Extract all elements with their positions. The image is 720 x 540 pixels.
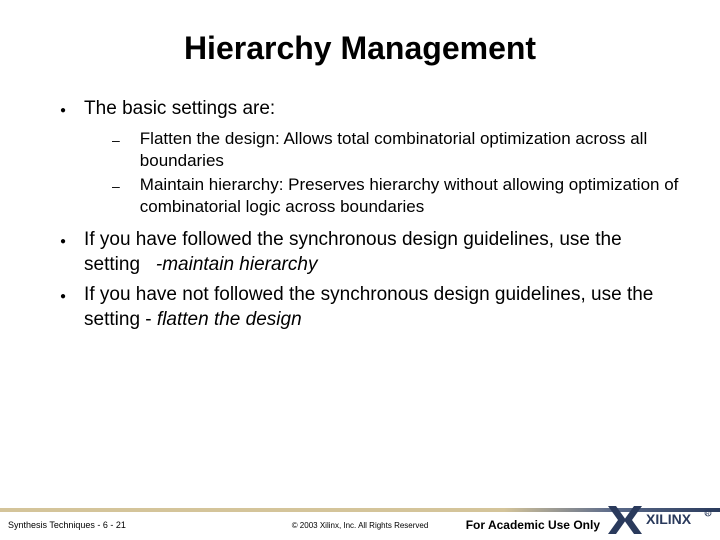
bullet-text: If you have followed the synchronous des… [84, 228, 680, 277]
sub-text: Flatten the design: Allows total combina… [140, 128, 680, 172]
bullet-icon: ● [60, 236, 66, 247]
logo-icon: XILINX R [606, 502, 716, 538]
xilinx-logo: XILINX R [606, 502, 716, 538]
text-italic: -maintain hierarchy [156, 254, 318, 275]
sub-item: – Maintain hierarchy: Preserves hierarch… [112, 174, 680, 218]
svg-text:XILINX: XILINX [646, 511, 692, 527]
slide: Hierarchy Management ● The basic setting… [0, 0, 720, 540]
slide-title: Hierarchy Management [40, 30, 680, 67]
bullet-item: ● If you have followed the synchronous d… [60, 228, 680, 277]
sub-item: – Flatten the design: Allows total combi… [112, 128, 680, 172]
bullet-text: The basic settings are: [84, 97, 275, 122]
footer-right: For Academic Use Only [466, 518, 600, 532]
text-italic: flatten the design [157, 309, 302, 330]
dash-icon: – [112, 178, 120, 194]
sub-list: – Flatten the design: Allows total combi… [112, 128, 680, 218]
bullet-icon: ● [60, 105, 66, 116]
svg-text:R: R [706, 512, 710, 518]
bullet-icon: ● [60, 291, 66, 302]
bullet-item: ● The basic settings are: [60, 97, 680, 122]
footer: Synthesis Techniques - 6 - 21 © 2003 Xil… [0, 498, 720, 540]
sub-text: Maintain hierarchy: Preserves hierarchy … [140, 174, 680, 218]
bullet-item: ● If you have not followed the synchrono… [60, 283, 680, 332]
bullet-text: If you have not followed the synchronous… [84, 283, 680, 332]
dash-icon: – [112, 132, 120, 148]
slide-content: ● The basic settings are: – Flatten the … [40, 97, 680, 333]
